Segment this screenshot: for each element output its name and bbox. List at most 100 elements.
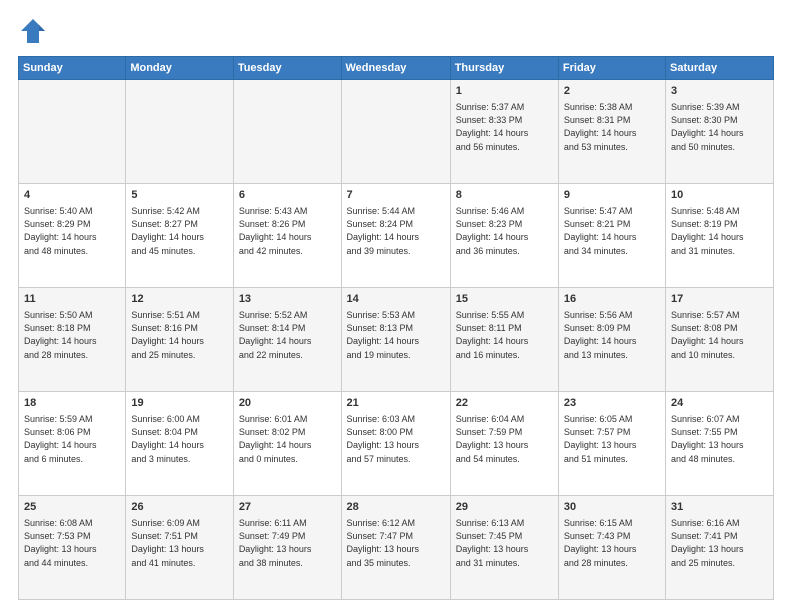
day-number: 7 xyxy=(347,188,445,203)
calendar-cell: 31 Sunrise: 6:16 AM Sunset: 7:41 PM Dayli… xyxy=(665,496,773,600)
calendar-cell: 12 Sunrise: 5:51 AM Sunset: 8:16 PM Dayli… xyxy=(126,288,233,392)
calendar-week-row: 18 Sunrise: 5:59 AM Sunset: 8:06 PM Dayli… xyxy=(19,392,774,496)
calendar-cell xyxy=(341,80,450,184)
calendar-cell: 11Sunrise: 5:50 AM Sunset: 8:18 PM Dayli… xyxy=(19,288,126,392)
day-number: 1 xyxy=(456,84,553,99)
day-info: Sunrise: 5:38 AM Sunset: 8:31 PM Dayligh… xyxy=(564,101,660,153)
day-number: 14 xyxy=(347,292,445,307)
day-number: 3 xyxy=(671,84,768,99)
day-info: Sunrise: 5:51 AM Sunset: 8:16 PM Dayligh… xyxy=(131,309,227,361)
calendar-cell: 25 Sunrise: 6:08 AM Sunset: 7:53 PM Dayli… xyxy=(19,496,126,600)
calendar-cell: 7 Sunrise: 5:44 AM Sunset: 8:24 PM Daylig… xyxy=(341,184,450,288)
day-info: Sunrise: 5:44 AM Sunset: 8:24 PM Dayligh… xyxy=(347,205,445,257)
calendar-cell: 9 Sunrise: 5:47 AM Sunset: 8:21 PM Daylig… xyxy=(558,184,665,288)
calendar-cell: 26 Sunrise: 6:09 AM Sunset: 7:51 PM Dayli… xyxy=(126,496,233,600)
day-info: Sunrise: 5:43 AM Sunset: 8:26 PM Dayligh… xyxy=(239,205,336,257)
day-info: Sunrise: 6:16 AM Sunset: 7:41 PM Dayligh… xyxy=(671,517,768,569)
day-number: 25 xyxy=(24,500,120,515)
calendar-cell: 27 Sunrise: 6:11 AM Sunset: 7:49 PM Dayli… xyxy=(233,496,341,600)
calendar-cell: 13 Sunrise: 5:52 AM Sunset: 8:14 PM Dayli… xyxy=(233,288,341,392)
calendar-cell: 18 Sunrise: 5:59 AM Sunset: 8:06 PM Dayli… xyxy=(19,392,126,496)
calendar-cell: 30Sunrise: 6:15 AM Sunset: 7:43 PM Dayli… xyxy=(558,496,665,600)
day-info: Sunrise: 5:48 AM Sunset: 8:19 PM Dayligh… xyxy=(671,205,768,257)
day-info: Sunrise: 6:03 AM Sunset: 8:00 PM Dayligh… xyxy=(347,413,445,465)
day-number: 26 xyxy=(131,500,227,515)
day-info: Sunrise: 5:42 AM Sunset: 8:27 PM Dayligh… xyxy=(131,205,227,257)
day-number: 29 xyxy=(456,500,553,515)
day-number: 18 xyxy=(24,396,120,411)
calendar-cell: 3 Sunrise: 5:39 AM Sunset: 8:30 PM Daylig… xyxy=(665,80,773,184)
day-info: Sunrise: 5:55 AM Sunset: 8:11 PM Dayligh… xyxy=(456,309,553,361)
day-info: Sunrise: 5:56 AM Sunset: 8:09 PM Dayligh… xyxy=(564,309,660,361)
weekday-header-saturday: Saturday xyxy=(665,57,773,80)
day-info: Sunrise: 6:08 AM Sunset: 7:53 PM Dayligh… xyxy=(24,517,120,569)
calendar-cell: 6 Sunrise: 5:43 AM Sunset: 8:26 PM Daylig… xyxy=(233,184,341,288)
calendar-cell: 1 Sunrise: 5:37 AM Sunset: 8:33 PM Daylig… xyxy=(450,80,558,184)
calendar-cell: 8Sunrise: 5:46 AM Sunset: 8:23 PM Daylig… xyxy=(450,184,558,288)
weekday-header-sunday: Sunday xyxy=(19,57,126,80)
day-number: 15 xyxy=(456,292,553,307)
day-info: Sunrise: 6:15 AM Sunset: 7:43 PM Dayligh… xyxy=(564,517,660,569)
calendar-table: SundayMondayTuesdayWednesdayThursdayFrid… xyxy=(18,56,774,600)
day-number: 4 xyxy=(24,188,120,203)
day-number: 2 xyxy=(564,84,660,99)
calendar-cell xyxy=(233,80,341,184)
day-number: 5 xyxy=(131,188,227,203)
day-info: Sunrise: 6:13 AM Sunset: 7:45 PM Dayligh… xyxy=(456,517,553,569)
logo xyxy=(18,16,52,46)
calendar-week-row: 1 Sunrise: 5:37 AM Sunset: 8:33 PM Daylig… xyxy=(19,80,774,184)
day-number: 23 xyxy=(564,396,660,411)
day-info: Sunrise: 6:09 AM Sunset: 7:51 PM Dayligh… xyxy=(131,517,227,569)
day-number: 9 xyxy=(564,188,660,203)
weekday-header-monday: Monday xyxy=(126,57,233,80)
calendar-cell: 17Sunrise: 5:57 AM Sunset: 8:08 PM Dayli… xyxy=(665,288,773,392)
day-number: 22 xyxy=(456,396,553,411)
day-info: Sunrise: 5:39 AM Sunset: 8:30 PM Dayligh… xyxy=(671,101,768,153)
day-info: Sunrise: 5:37 AM Sunset: 8:33 PM Dayligh… xyxy=(456,101,553,153)
calendar-cell: 22 Sunrise: 6:04 AM Sunset: 7:59 PM Dayli… xyxy=(450,392,558,496)
day-number: 27 xyxy=(239,500,336,515)
calendar-cell xyxy=(19,80,126,184)
day-info: Sunrise: 6:12 AM Sunset: 7:47 PM Dayligh… xyxy=(347,517,445,569)
day-info: Sunrise: 5:40 AM Sunset: 8:29 PM Dayligh… xyxy=(24,205,120,257)
day-number: 11 xyxy=(24,292,120,307)
day-number: 28 xyxy=(347,500,445,515)
calendar-week-row: 25 Sunrise: 6:08 AM Sunset: 7:53 PM Dayli… xyxy=(19,496,774,600)
day-number: 31 xyxy=(671,500,768,515)
day-info: Sunrise: 5:57 AM Sunset: 8:08 PM Dayligh… xyxy=(671,309,768,361)
day-number: 10 xyxy=(671,188,768,203)
day-info: Sunrise: 6:04 AM Sunset: 7:59 PM Dayligh… xyxy=(456,413,553,465)
calendar-cell: 23 Sunrise: 6:05 AM Sunset: 7:57 PM Dayli… xyxy=(558,392,665,496)
calendar-cell: 20 Sunrise: 6:01 AM Sunset: 8:02 PM Dayli… xyxy=(233,392,341,496)
day-number: 16 xyxy=(564,292,660,307)
weekday-header-row: SundayMondayTuesdayWednesdayThursdayFrid… xyxy=(19,57,774,80)
calendar-cell xyxy=(126,80,233,184)
day-number: 12 xyxy=(131,292,227,307)
calendar-cell: 14 Sunrise: 5:53 AM Sunset: 8:13 PM Dayli… xyxy=(341,288,450,392)
day-info: Sunrise: 6:05 AM Sunset: 7:57 PM Dayligh… xyxy=(564,413,660,465)
day-number: 13 xyxy=(239,292,336,307)
calendar-cell: 24Sunrise: 6:07 AM Sunset: 7:55 PM Dayli… xyxy=(665,392,773,496)
calendar-cell: 21 Sunrise: 6:03 AM Sunset: 8:00 PM Dayli… xyxy=(341,392,450,496)
day-info: Sunrise: 5:47 AM Sunset: 8:21 PM Dayligh… xyxy=(564,205,660,257)
calendar-week-row: 4 Sunrise: 5:40 AM Sunset: 8:29 PM Daylig… xyxy=(19,184,774,288)
day-number: 6 xyxy=(239,188,336,203)
calendar-cell: 5 Sunrise: 5:42 AM Sunset: 8:27 PM Daylig… xyxy=(126,184,233,288)
day-info: Sunrise: 5:53 AM Sunset: 8:13 PM Dayligh… xyxy=(347,309,445,361)
day-number: 20 xyxy=(239,396,336,411)
day-info: Sunrise: 6:01 AM Sunset: 8:02 PM Dayligh… xyxy=(239,413,336,465)
day-info: Sunrise: 5:59 AM Sunset: 8:06 PM Dayligh… xyxy=(24,413,120,465)
day-info: Sunrise: 5:52 AM Sunset: 8:14 PM Dayligh… xyxy=(239,309,336,361)
calendar-cell: 15 Sunrise: 5:55 AM Sunset: 8:11 PM Dayli… xyxy=(450,288,558,392)
calendar-cell: 16 Sunrise: 5:56 AM Sunset: 8:09 PM Dayli… xyxy=(558,288,665,392)
weekday-header-friday: Friday xyxy=(558,57,665,80)
day-info: Sunrise: 6:11 AM Sunset: 7:49 PM Dayligh… xyxy=(239,517,336,569)
calendar-cell: 10 Sunrise: 5:48 AM Sunset: 8:19 PM Dayli… xyxy=(665,184,773,288)
day-number: 21 xyxy=(347,396,445,411)
calendar-week-row: 11Sunrise: 5:50 AM Sunset: 8:18 PM Dayli… xyxy=(19,288,774,392)
logo-icon xyxy=(18,16,48,46)
day-number: 8 xyxy=(456,188,553,203)
day-number: 19 xyxy=(131,396,227,411)
day-info: Sunrise: 6:07 AM Sunset: 7:55 PM Dayligh… xyxy=(671,413,768,465)
weekday-header-thursday: Thursday xyxy=(450,57,558,80)
